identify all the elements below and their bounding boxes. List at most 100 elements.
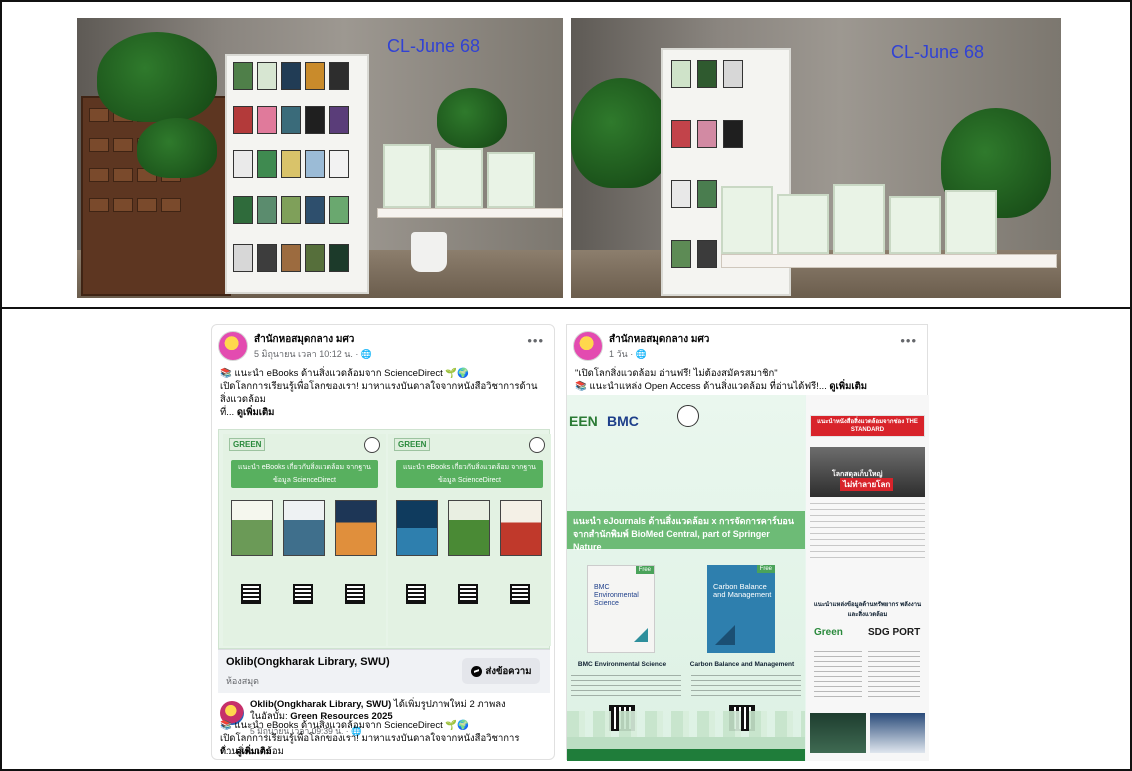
book-cover [283, 500, 325, 556]
journal-cover: BMC Environmental Science Free [587, 565, 655, 653]
journal-cover-title: Carbon Balance and Management [713, 582, 772, 599]
more-horizontal-icon[interactable]: ••• [527, 333, 544, 348]
drawer [113, 168, 133, 182]
free-badge: Free [635, 566, 654, 574]
preview-image-right[interactable]: GREEN แนะนำ eBooks เกี่ยวกับสิ่งแวดล้อม … [388, 434, 551, 646]
video-thumbnail[interactable]: โลกสดุลเก็บใหญ่ ไม่ทำลายโลก [810, 447, 925, 497]
book [233, 62, 253, 90]
page-name-link[interactable]: สำนักหอสมุดกลาง มศว [254, 332, 354, 347]
poster-stand [777, 194, 829, 254]
the-standard-card[interactable]: แนะนำหนังสือสิ่งแวดล้อมจากช่อง THE STAND… [810, 415, 925, 437]
book [257, 150, 277, 178]
post-text-line: เปิดโลกการเรียนรู้เพื่อโลกของเรา! มาหาแร… [220, 381, 538, 392]
qr-code [345, 584, 365, 604]
the-standard-header: แนะนำหนังสือสิ่งแวดล้อมจากช่อง THE STAND… [811, 416, 924, 436]
book [281, 106, 301, 134]
poster-stand [945, 190, 997, 254]
poster-stand [487, 152, 535, 208]
drawer [89, 198, 109, 212]
drawer [137, 198, 157, 212]
see-more-link[interactable]: ดูเพิ่มเติม [829, 381, 867, 392]
page-name-link[interactable]: สำนักหอสมุดกลาง มศว [609, 332, 709, 347]
globe-icon: 🌐 [635, 349, 647, 359]
shared-page-name-link[interactable]: Oklib(Ongkharak Library, SWU) [250, 699, 391, 710]
preview-image-left[interactable]: GREEN แนะนำ eBooks เกี่ยวกับสิ่งแวดล้อม … [223, 434, 386, 646]
book [281, 62, 301, 90]
post-text-ellipsis: ที่... [220, 746, 236, 756]
book-cover [231, 500, 273, 556]
post-timestamp[interactable]: 1 วัน · 🌐 [609, 347, 647, 361]
preview-page-title[interactable]: Oklib(Ongkharak Library, SWU) [226, 656, 390, 668]
plant [137, 118, 217, 178]
book [329, 196, 349, 224]
book [281, 150, 301, 178]
book [257, 106, 277, 134]
shared-post-text-more: ที่... ดูเพิ่มเติม [220, 745, 546, 758]
post-header: สำนักหอสมุดกลาง มศว 1 วัน · 🌐 ••• [573, 331, 921, 363]
bmc-logo: BMC [607, 413, 639, 429]
messenger-icon [470, 665, 482, 677]
free-badge: Free [756, 565, 775, 573]
row-divider [0, 307, 1132, 309]
drawer [113, 198, 133, 212]
book [233, 150, 253, 178]
qr-code [241, 584, 261, 604]
display-table [721, 254, 1057, 268]
shared-images-preview[interactable]: GREEN แนะนำ eBooks เกี่ยวกับสิ่งแวดล้อม … [218, 429, 551, 649]
photo-label: CL-June 68 [387, 36, 481, 56]
post-text-line: เปิดโลกการเรียนรู้เพื่อโลกของเรา! มาหาแร… [220, 733, 520, 744]
green-brand-label: GREEN [229, 438, 266, 451]
poster-stand [435, 148, 483, 208]
book-shelf [225, 54, 369, 294]
page-avatar[interactable] [218, 331, 248, 361]
journal-caption: BMC Environmental Science [577, 661, 667, 668]
preview-banner: แนะนำ eBooks เกี่ยวกับสิ่งแวดล้อม จากฐาน… [231, 460, 378, 488]
post-text-line-body: 📚 แนะนำแหล่ง Open Access ด้านสิ่งแวดล้อม… [575, 381, 830, 392]
plant [571, 78, 671, 188]
poster-stand [383, 144, 431, 208]
post-text-ellipsis: ที่... [220, 407, 237, 418]
description-text-block [810, 503, 925, 563]
journal-caption: Carbon Balance and Management [689, 661, 795, 668]
book-cover [396, 500, 438, 556]
preview-banner: แนะนำ eBooks เกี่ยวกับสิ่งแวดล้อม จากฐาน… [396, 460, 543, 488]
drawer [89, 138, 109, 152]
more-horizontal-icon[interactable]: ••• [900, 333, 917, 348]
city-skyline-graphic [567, 711, 805, 751]
book [671, 120, 691, 148]
post-image-collage[interactable]: EEN BMC แนะนำ eJournals ด้านสิ่งแวดล้อม … [567, 395, 929, 761]
university-seal-icon [529, 437, 545, 453]
book [723, 60, 743, 88]
bmc-poster-image[interactable]: EEN BMC แนะนำ eJournals ด้านสิ่งแวดล้อม … [567, 395, 805, 761]
post-text: 📚 แนะนำ eBooks ด้านสิ่งแวดล้อมจาก Scienc… [220, 367, 546, 419]
video-caption-line2: ไม่ทำลายโลก [840, 478, 894, 491]
book [329, 62, 349, 90]
post-text-line: 📚 แนะนำ eBooks ด้านสิ่งแวดล้อมจาก Scienc… [220, 368, 470, 379]
see-more-link[interactable]: ดูเพิ่มเติม [237, 407, 275, 418]
globe-icon: 🌐 [360, 349, 373, 359]
send-message-label: ส่งข้อความ [485, 665, 532, 677]
description-text-block [814, 651, 862, 701]
side-images[interactable]: แนะนำหนังสือสิ่งแวดล้อมจากช่อง THE STAND… [806, 395, 929, 761]
book [671, 180, 691, 208]
book [233, 106, 253, 134]
link-preview-footer[interactable]: Oklib(Ongkharak Library, SWU) ห้องสมุด ส… [218, 649, 550, 693]
book [329, 244, 349, 272]
see-more-link[interactable]: ดูเพิ่มเติม [236, 746, 272, 756]
book [281, 196, 301, 224]
journal-cover-title: BMC Environmental Science [594, 584, 639, 607]
book [723, 120, 743, 148]
screenshot-thumbnail [810, 713, 866, 753]
shared-action-text: ได้เพิ่มรูปภาพใหม่ 2 ภาพลง [391, 699, 506, 710]
book [281, 244, 301, 272]
university-seal-icon [677, 405, 699, 427]
poster-stand [889, 196, 941, 254]
drawer [89, 168, 109, 182]
post-timestamp[interactable]: 5 มิถุนายน เวลา 10:12 น. · 🌐 [254, 347, 372, 361]
post-text-line: ที่... ดูเพิ่มเติม [220, 406, 546, 419]
send-message-button[interactable]: ส่งข้อความ [462, 658, 540, 684]
page-avatar[interactable] [573, 331, 603, 361]
photo-right-library-display: CL-June 68 [571, 18, 1061, 298]
sdg-port-logo: SDG PORT [868, 627, 921, 638]
screenshot-thumbnail [870, 713, 925, 753]
